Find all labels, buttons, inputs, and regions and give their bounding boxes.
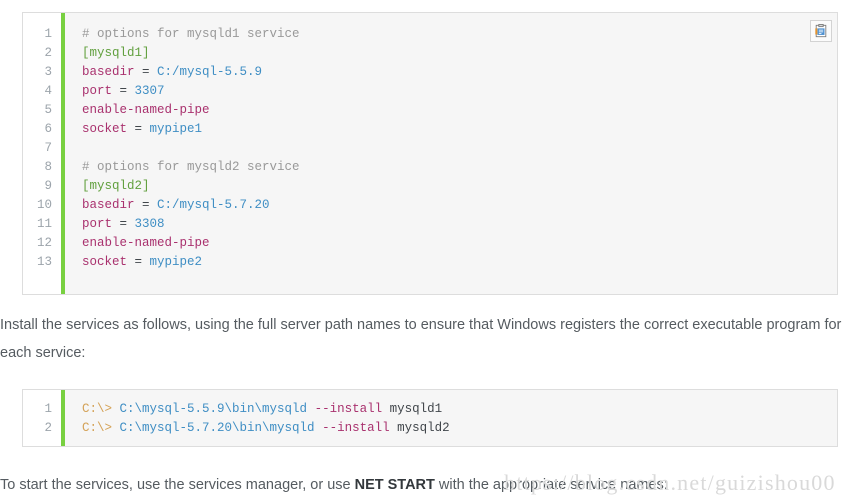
code-token: = (134, 198, 158, 212)
paragraph-start-services-part2: with the appropriate service names: (434, 477, 668, 493)
line-number: 9 (44, 179, 52, 193)
code-token: = (127, 255, 150, 269)
code-line: C:\> C:\mysql-5.7.20\bin\mysqld --instal… (82, 419, 837, 438)
code-token: C:\mysql-5.7.20\bin\mysqld (119, 421, 315, 435)
line-number: 5 (44, 103, 52, 117)
code-token: mypipe2 (149, 255, 203, 269)
paragraph-start-services: To start the services, use the services … (0, 471, 855, 499)
code-line: C:\> C:\mysql-5.5.9\bin\mysqld --install… (82, 400, 837, 419)
line-number: 6 (44, 122, 52, 136)
code-line: socket = mypipe2 (82, 253, 837, 272)
code-token: --install (314, 402, 383, 416)
code-token: = (112, 84, 135, 98)
code-content[interactable]: # options for mysqld1 service [mysqld1] ba… (65, 13, 837, 294)
code-token: enable-named-pipe (82, 103, 210, 117)
code-token: socket (82, 255, 128, 269)
code-token: mysqld2 (389, 421, 450, 435)
code-block-mysql-config: 1 2 3 4 5 6 7 8 9 10 11 12 13 # options for mysqld1 … (22, 12, 838, 295)
code-content[interactable]: C:\> C:\mysql-5.5.9\bin\mysqld --install… (65, 390, 837, 446)
code-token: [mysqld2] (82, 179, 150, 193)
code-token: basedir (82, 65, 135, 79)
code-token: enable-named-pipe (82, 236, 210, 250)
code-token: C:\mysql-5.5.9\bin\mysqld (119, 402, 308, 416)
code-token: 3308 (134, 217, 165, 231)
code-line: enable-named-pipe (82, 101, 837, 120)
code-token: C:/mysql-5.7.20 (157, 198, 270, 212)
line-number: 1 (44, 27, 52, 41)
code-line: # options for mysqld2 service (82, 158, 837, 177)
net-start-keyword: NET START (354, 477, 435, 493)
copy-to-clipboard-button[interactable] (810, 20, 832, 42)
code-token: socket (82, 122, 128, 136)
code-token: 3307 (134, 84, 165, 98)
paragraph-install-services: Install the services as follows, using t… (0, 317, 842, 361)
paragraph-start-services-part1: To start the services, use the services … (0, 477, 355, 493)
code-token: # options for mysqld2 service (82, 160, 300, 174)
line-number: 10 (36, 198, 52, 212)
line-number: 2 (44, 421, 52, 435)
code-token: C:/mysql-5.5.9 (157, 65, 263, 79)
code-line: basedir = C:/mysql-5.7.20 (82, 196, 837, 215)
code-line: port = 3308 (82, 215, 837, 234)
line-number: 8 (44, 160, 52, 174)
code-line: [mysqld1] (82, 44, 837, 63)
line-number: 2 (44, 46, 52, 60)
code-line: socket = mypipe1 (82, 120, 837, 139)
code-token: port (82, 217, 113, 231)
code-token: = (127, 122, 150, 136)
code-line: # options for mysqld1 service (82, 25, 837, 44)
code-token: # options for mysqld1 service (82, 27, 300, 41)
line-number: 1 (44, 402, 52, 416)
code-token: mysqld1 (382, 402, 443, 416)
code-token: C:\> (82, 421, 120, 435)
code-line: enable-named-pipe (82, 234, 837, 253)
code-token: port (82, 84, 113, 98)
line-number: 7 (44, 141, 52, 155)
code-token: C:\> (82, 402, 120, 416)
clipboard-icon (815, 24, 827, 38)
code-token: = (134, 65, 158, 79)
line-number-gutter: 12 (23, 390, 61, 446)
code-token: basedir (82, 198, 135, 212)
line-number: 12 (36, 236, 52, 250)
line-number: 11 (36, 217, 52, 231)
line-number: 3 (44, 65, 52, 79)
line-number-gutter: 1 2 3 4 5 6 7 8 9 10 11 12 13 (23, 13, 61, 294)
code-line: port = 3307 (82, 82, 837, 101)
code-token: --install (322, 421, 390, 435)
code-block-install-commands: 12 C:\> C:\mysql-5.5.9\bin\mysqld --inst… (22, 389, 838, 447)
code-token: [mysqld1] (82, 46, 150, 60)
code-token: mypipe1 (149, 122, 203, 136)
code-line: basedir = C:/mysql-5.5.9 (82, 63, 837, 82)
code-token: = (112, 217, 135, 231)
code-line: [mysqld2] (82, 177, 837, 196)
line-number: 13 (36, 255, 52, 269)
line-number: 4 (44, 84, 52, 98)
